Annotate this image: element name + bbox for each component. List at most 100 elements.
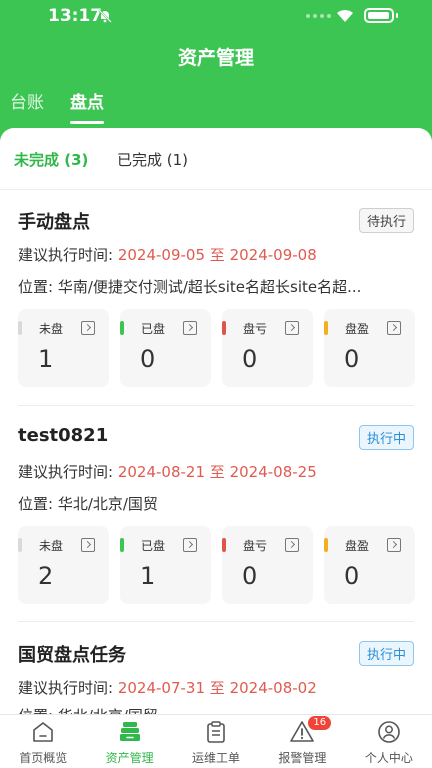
cell-signal-icon <box>306 14 331 18</box>
stat-value: 1 <box>38 345 54 373</box>
end-date: 2024-08-02 <box>229 679 317 697</box>
bottom-nav: 首页概览 资产管理 运维工单 16 报警管理 个人中心 <box>0 714 432 768</box>
nav-label: 资产管理 <box>105 751 154 765</box>
task-card[interactable]: test0821 执行中 建议执行时间: 2024-08-21 至 2024-0… <box>18 423 415 609</box>
time-label: 建议执行时间: <box>18 246 118 264</box>
stat-value: 0 <box>242 345 258 373</box>
open-arrow-icon <box>285 538 299 552</box>
open-arrow-icon <box>183 321 197 335</box>
task-time: 建议执行时间: 2024-09-05 至 2024-09-08 <box>18 244 414 265</box>
nav-alarms[interactable]: 16 报警管理 <box>259 715 345 768</box>
stat-unchecked[interactable]: 未盘 2 <box>18 526 109 604</box>
stat-group: 未盘 1 已盘 0 盘亏 0 盘盈 0 <box>18 309 415 387</box>
stat-value: 0 <box>242 562 258 590</box>
stat-value: 1 <box>140 562 156 590</box>
stat-label: 已盘 <box>141 539 166 553</box>
stat-color-bar <box>120 538 124 552</box>
status-badge: 执行中 <box>358 641 414 666</box>
start-date: 2024-09-05 <box>117 246 206 264</box>
clipboard-icon <box>207 721 225 743</box>
status-subtabs: 未完成 (3) 已完成 (1) <box>0 128 432 190</box>
stat-color-bar <box>222 538 226 552</box>
stat-checked[interactable]: 已盘 1 <box>120 526 211 604</box>
task-card[interactable]: 国贸盘点任务 执行中 建议执行时间: 2024-07-31 至 2024-08-… <box>18 639 414 714</box>
stat-value: 0 <box>344 345 360 373</box>
task-location: 位置: 华南/便捷交付测试/超长site名超长site名超... <box>18 278 362 296</box>
top-tabs: 台账 盘点 <box>10 88 130 124</box>
open-arrow-icon <box>183 538 197 552</box>
stat-label: 盘亏 <box>243 539 268 553</box>
start-date: 2024-07-31 <box>117 679 206 697</box>
stat-label: 盘亏 <box>243 322 268 336</box>
stack-icon <box>119 722 140 741</box>
start-date: 2024-08-21 <box>117 463 206 481</box>
divider <box>18 405 414 406</box>
task-title: test0821 <box>18 425 109 446</box>
content-panel: 未完成 (3) 已完成 (1) 手动盘点 待执行 建议执行时间: 2024-09… <box>0 128 432 714</box>
battery-tip <box>396 13 398 18</box>
end-date: 2024-08-25 <box>229 463 317 481</box>
stat-color-bar <box>324 321 328 335</box>
open-arrow-icon <box>285 321 299 335</box>
task-title: 国贸盘点任务 <box>18 645 126 666</box>
stat-label: 盘盈 <box>345 322 370 336</box>
time-label: 建议执行时间: <box>18 679 118 697</box>
task-time: 建议执行时间: 2024-07-31 至 2024-08-02 <box>18 677 414 698</box>
stat-surplus[interactable]: 盘盈 0 <box>324 309 415 387</box>
time-label: 建议执行时间: <box>18 463 118 481</box>
nav-label: 报警管理 <box>278 751 327 765</box>
subtab-incomplete[interactable]: 未完成 (3) <box>14 149 88 170</box>
stat-loss[interactable]: 盘亏 0 <box>222 309 313 387</box>
nav-work-orders[interactable]: 运维工单 <box>173 715 259 768</box>
task-title: 手动盘点 <box>18 212 90 233</box>
subtab-completed[interactable]: 已完成 (1) <box>117 149 188 170</box>
open-arrow-icon <box>81 321 95 335</box>
nav-profile[interactable]: 个人中心 <box>346 715 432 768</box>
stat-label: 盘盈 <box>345 539 370 553</box>
wifi-icon <box>337 9 353 22</box>
tab-inventory[interactable]: 盘点 <box>70 88 104 124</box>
task-location: 位置: 华北/北京/国贸 <box>18 705 414 714</box>
stat-label: 已盘 <box>141 322 166 336</box>
stat-color-bar <box>18 538 22 552</box>
status-badge: 待执行 <box>358 208 414 233</box>
stat-value: 0 <box>344 562 360 590</box>
task-card[interactable]: 手动盘点 待执行 建议执行时间: 2024-09-05 至 2024-09-08… <box>18 206 415 392</box>
nav-label: 运维工单 <box>192 751 241 765</box>
task-location: 位置: 华北/北京/国贸 <box>18 495 158 513</box>
stat-group: 未盘 2 已盘 1 盘亏 0 盘盈 0 <box>18 526 415 604</box>
stat-label: 未盘 <box>39 539 64 553</box>
status-bar: 13:17 <box>0 0 432 34</box>
nav-label: 个人中心 <box>364 751 413 765</box>
open-arrow-icon <box>387 538 401 552</box>
stat-label: 未盘 <box>39 322 64 336</box>
status-badge: 执行中 <box>358 425 414 450</box>
date-separator: 至 <box>205 463 230 481</box>
stat-loss[interactable]: 盘亏 0 <box>222 526 313 604</box>
status-time: 13:17 <box>48 6 103 26</box>
stat-value: 2 <box>38 562 54 590</box>
stat-surplus[interactable]: 盘盈 0 <box>324 526 415 604</box>
user-icon <box>378 721 400 743</box>
alarm-count-badge: 16 <box>308 716 332 730</box>
nav-label: 首页概览 <box>19 751 68 765</box>
stat-color-bar <box>18 321 22 335</box>
bell-off-icon <box>98 9 112 23</box>
stat-value: 0 <box>140 345 156 373</box>
end-date: 2024-09-08 <box>229 246 317 264</box>
home-icon <box>33 722 54 742</box>
nav-assets[interactable]: 资产管理 <box>86 715 172 768</box>
date-separator: 至 <box>205 246 230 264</box>
divider <box>18 621 414 622</box>
date-separator: 至 <box>205 679 230 697</box>
stat-color-bar <box>324 538 328 552</box>
tab-ledger[interactable]: 台账 <box>10 88 44 124</box>
stat-unchecked[interactable]: 未盘 1 <box>18 309 109 387</box>
stat-color-bar <box>120 321 124 335</box>
nav-home[interactable]: 首页概览 <box>0 715 86 768</box>
page-title: 资产管理 <box>177 47 254 69</box>
stat-color-bar <box>222 321 226 335</box>
open-arrow-icon <box>81 538 95 552</box>
task-time: 建议执行时间: 2024-08-21 至 2024-08-25 <box>18 461 414 482</box>
stat-checked[interactable]: 已盘 0 <box>120 309 211 387</box>
